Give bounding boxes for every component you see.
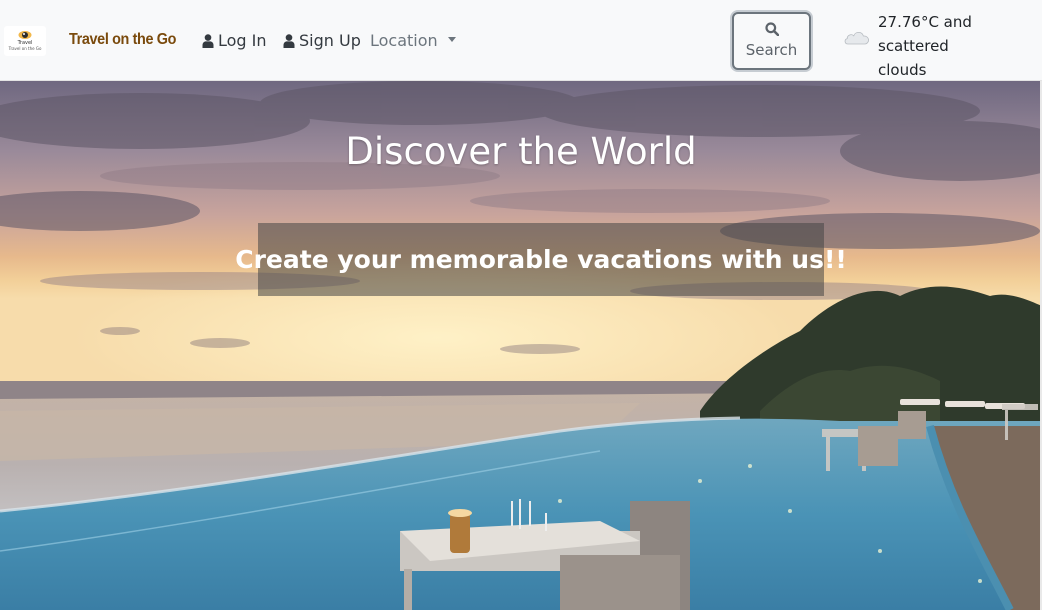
hero-title: Discover the World <box>345 130 697 173</box>
site-logo[interactable]: Travel Travel on the Go <box>4 26 46 56</box>
hero-subtitle-box: Create your memorable vacations with us!… <box>235 223 847 296</box>
search-icon <box>765 22 779 36</box>
location-dropdown[interactable]: Location <box>370 31 456 50</box>
weather-info: 27.76°C and scattered clouds <box>878 10 1038 82</box>
search-label: Search <box>745 41 798 59</box>
signup-link[interactable]: Sign Up <box>283 31 361 50</box>
brand-name[interactable]: Travel on the Go <box>69 31 176 49</box>
login-link[interactable]: Log In <box>202 31 267 50</box>
logo-tagline: Travel on the Go <box>8 46 42 51</box>
user-icon <box>202 33 214 48</box>
hero-banner: Discover the World Create your memorable… <box>0 81 1042 610</box>
hero-subtitle: Create your memorable vacations with us!… <box>235 245 847 274</box>
weather-line-1: 27.76°C and scattered <box>878 13 972 55</box>
eye-logo-icon <box>18 31 32 39</box>
login-label: Log In <box>218 31 267 50</box>
weather-line-2: clouds <box>878 61 927 79</box>
location-label: Location <box>370 31 438 50</box>
search-button[interactable]: Search <box>732 12 811 70</box>
navbar: Travel Travel on the Go Travel on the Go… <box>0 0 1042 81</box>
user-icon <box>283 33 295 48</box>
signup-label: Sign Up <box>299 31 361 50</box>
cloud-icon <box>844 32 869 45</box>
caret-down-icon <box>447 37 456 42</box>
